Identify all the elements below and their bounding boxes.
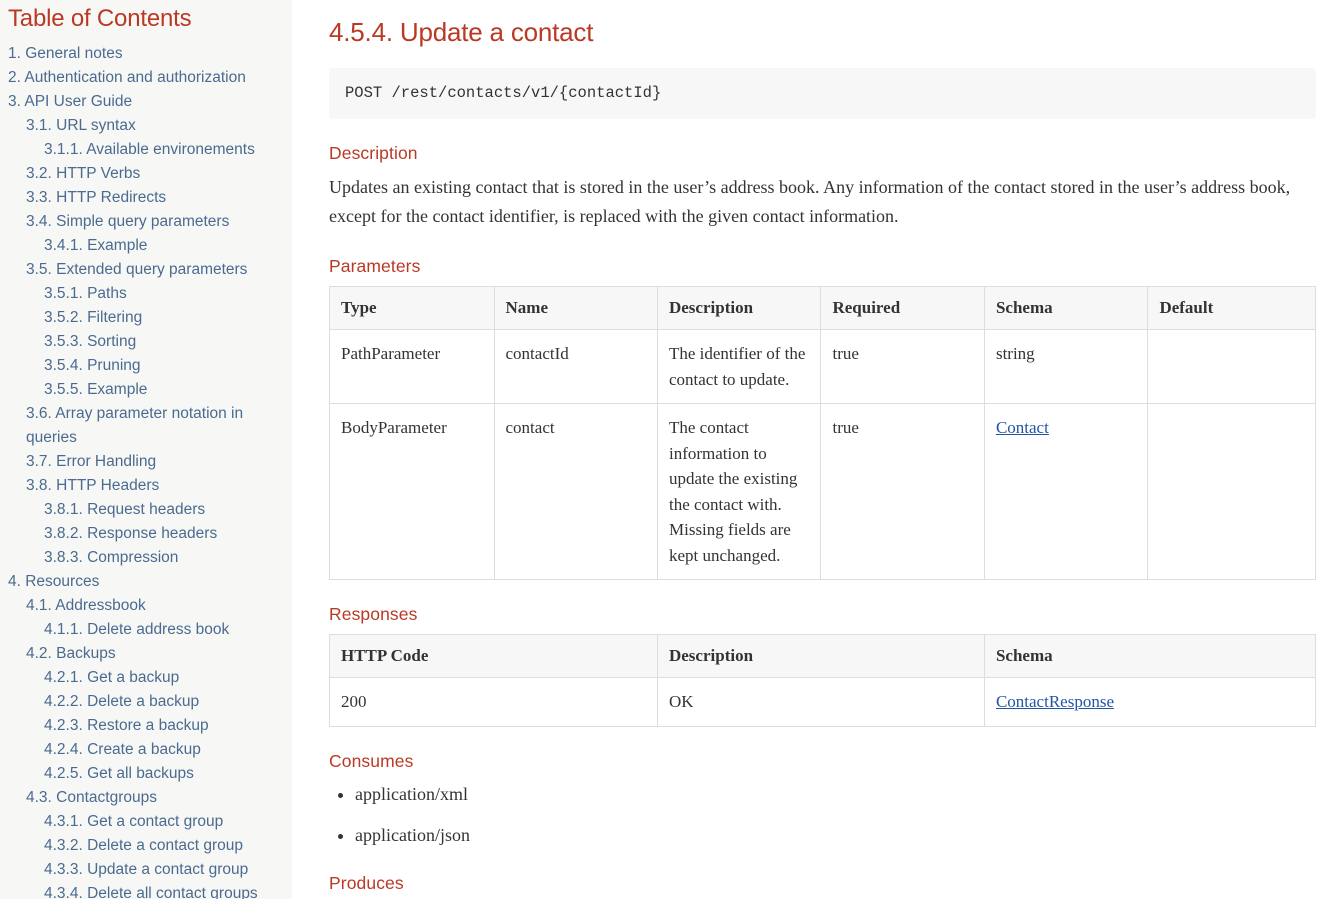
parameters-table-header-row: Type Name Description Required Schema Default — [329, 286, 1316, 331]
table-row: BodyParameter contact The contact informat… — [329, 403, 1316, 581]
column-header: Type — [329, 286, 495, 331]
toc-link[interactable]: 1. General notes — [0, 42, 292, 66]
toc-link[interactable]: 3.8. HTTP Headers — [0, 474, 292, 498]
cell-name: contactId — [493, 329, 658, 405]
toc-title: Table of Contents — [8, 5, 192, 32]
responses-heading: Responses — [329, 604, 418, 625]
toc-link[interactable]: 4.3.1. Get a contact group — [0, 810, 292, 834]
column-header: Name — [493, 286, 658, 331]
toc-link[interactable]: 4.3.3. Update a contact group — [0, 858, 292, 882]
description-text: Updates an existing contact that is stor… — [329, 176, 1291, 227]
consumes-heading: Consumes — [329, 750, 414, 771]
table-row: PathParameter contactId The identifier of … — [329, 329, 1316, 405]
cell-required: true — [820, 403, 985, 581]
toc-link[interactable]: 4.2.2. Delete a backup — [0, 690, 292, 714]
column-header: Default — [1147, 286, 1316, 331]
toc-link[interactable]: 3.4. Simple query parameters — [0, 210, 292, 234]
toc-link[interactable]: 4.2.4. Create a backup — [0, 738, 292, 762]
toc-link[interactable]: 3.3. HTTP Redirects — [0, 186, 292, 210]
toc-link[interactable]: 3.5.4. Pruning — [0, 354, 292, 378]
toc-link[interactable]: 3.8.2. Response headers — [0, 522, 292, 546]
toc-link[interactable]: 4.3.4. Delete all contact groups — [0, 882, 292, 899]
toc-link[interactable]: 4.3. Contactgroups — [0, 786, 292, 810]
table-of-contents-sidebar: Table of Contents 1. General notes 2. Aut… — [0, 0, 292, 899]
cell-description: OK — [656, 677, 985, 727]
toc-list: 1. General notes 2. Authentication and au… — [0, 42, 292, 899]
toc-link[interactable]: 3.8.1. Request headers — [0, 498, 292, 522]
cell-name: contact — [493, 403, 658, 581]
cell-schema: Contact — [983, 403, 1149, 581]
responses-table: HTTP Code Description Schema 200 OK ContactR… — [329, 634, 1317, 727]
toc-link[interactable]: 3.5.5. Example — [0, 378, 292, 402]
column-header: Description — [656, 286, 822, 331]
toc-link[interactable]: 3.5.1. Paths — [0, 282, 292, 306]
column-header: Required — [820, 286, 985, 331]
toc-link[interactable]: 3.1. URL syntax — [0, 114, 292, 138]
column-header: HTTP Code — [329, 634, 658, 679]
cell-schema: ContactResponse — [983, 677, 1317, 727]
toc-link[interactable]: 3.6. Array parameter notation in queries — [0, 402, 292, 450]
toc-link[interactable]: 3.8.3. Compression — [0, 546, 292, 570]
toc-link[interactable]: 3.4.1. Example — [0, 234, 292, 258]
toc-link[interactable]: 4.1. Addressbook — [0, 594, 292, 618]
parameters-table-body: PathParameter contactId The identifier of … — [329, 329, 1316, 581]
documentation-page: Table of Contents 1. General notes 2. Aut… — [0, 0, 1325, 899]
toc-link[interactable]: 3.7. Error Handling — [0, 450, 292, 474]
schema-link[interactable]: Contact — [996, 418, 1049, 437]
cell-schema: string — [983, 329, 1149, 405]
list-item: application/xml — [355, 781, 1316, 808]
table-row: 200 OK ContactResponse — [329, 677, 1317, 727]
toc-link[interactable]: 3. API User Guide — [0, 90, 292, 114]
page-title: 4.5.4. Update a contact — [329, 17, 594, 47]
toc-link[interactable]: 3.5.2. Filtering — [0, 306, 292, 330]
toc-link[interactable]: 4.1.1. Delete address book — [0, 618, 292, 642]
column-header: Schema — [983, 286, 1149, 331]
cell-default — [1147, 329, 1316, 405]
toc-inner: Table of Contents 1. General notes 2. Aut… — [0, 0, 292, 899]
toc-link[interactable]: 4.3.2. Delete a contact group — [0, 834, 292, 858]
cell-code: 200 — [329, 677, 658, 727]
parameters-heading: Parameters — [329, 256, 421, 277]
consumes-list: application/xml application/json — [329, 781, 1316, 849]
schema-link[interactable]: ContactResponse — [996, 692, 1114, 711]
description-heading: Description — [329, 142, 418, 163]
produces-heading: Produces — [329, 872, 404, 893]
responses-table-body: 200 OK ContactResponse — [329, 677, 1317, 727]
toc-link[interactable]: 3.5. Extended query parameters — [0, 258, 292, 282]
toc-link[interactable]: 2. Authentication and authorization — [0, 66, 292, 90]
toc-link[interactable]: 3.2. HTTP Verbs — [0, 162, 292, 186]
cell-default — [1147, 403, 1316, 581]
parameters-table: Type Name Description Required Schema Default… — [329, 286, 1316, 581]
toc-link[interactable]: 3.1.1. Available environements — [0, 138, 292, 162]
column-header: Schema — [983, 634, 1317, 679]
cell-description: The contact information to update the ex… — [656, 403, 822, 581]
list-item: application/json — [355, 822, 1316, 849]
endpoint-code-block: POST /rest/contacts/v1/{contactId} — [329, 68, 1316, 119]
main-content: 4.5.4. Update a contact POST /rest/conta… — [292, 0, 1325, 899]
toc-link[interactable]: 4. Resources — [0, 570, 292, 594]
cell-type: PathParameter — [329, 329, 495, 405]
toc-link[interactable]: 4.2. Backups — [0, 642, 292, 666]
toc-link[interactable]: 4.2.3. Restore a backup — [0, 714, 292, 738]
column-header: Description — [656, 634, 985, 679]
cell-type: BodyParameter — [329, 403, 495, 581]
responses-table-header-row: HTTP Code Description Schema — [329, 634, 1317, 679]
toc-link[interactable]: 4.2.5. Get all backups — [0, 762, 292, 786]
toc-link[interactable]: 3.5.3. Sorting — [0, 330, 292, 354]
toc-link[interactable]: 4.2.1. Get a backup — [0, 666, 292, 690]
cell-description: The identifier of the contact to update. — [656, 329, 822, 405]
cell-required: true — [820, 329, 985, 405]
